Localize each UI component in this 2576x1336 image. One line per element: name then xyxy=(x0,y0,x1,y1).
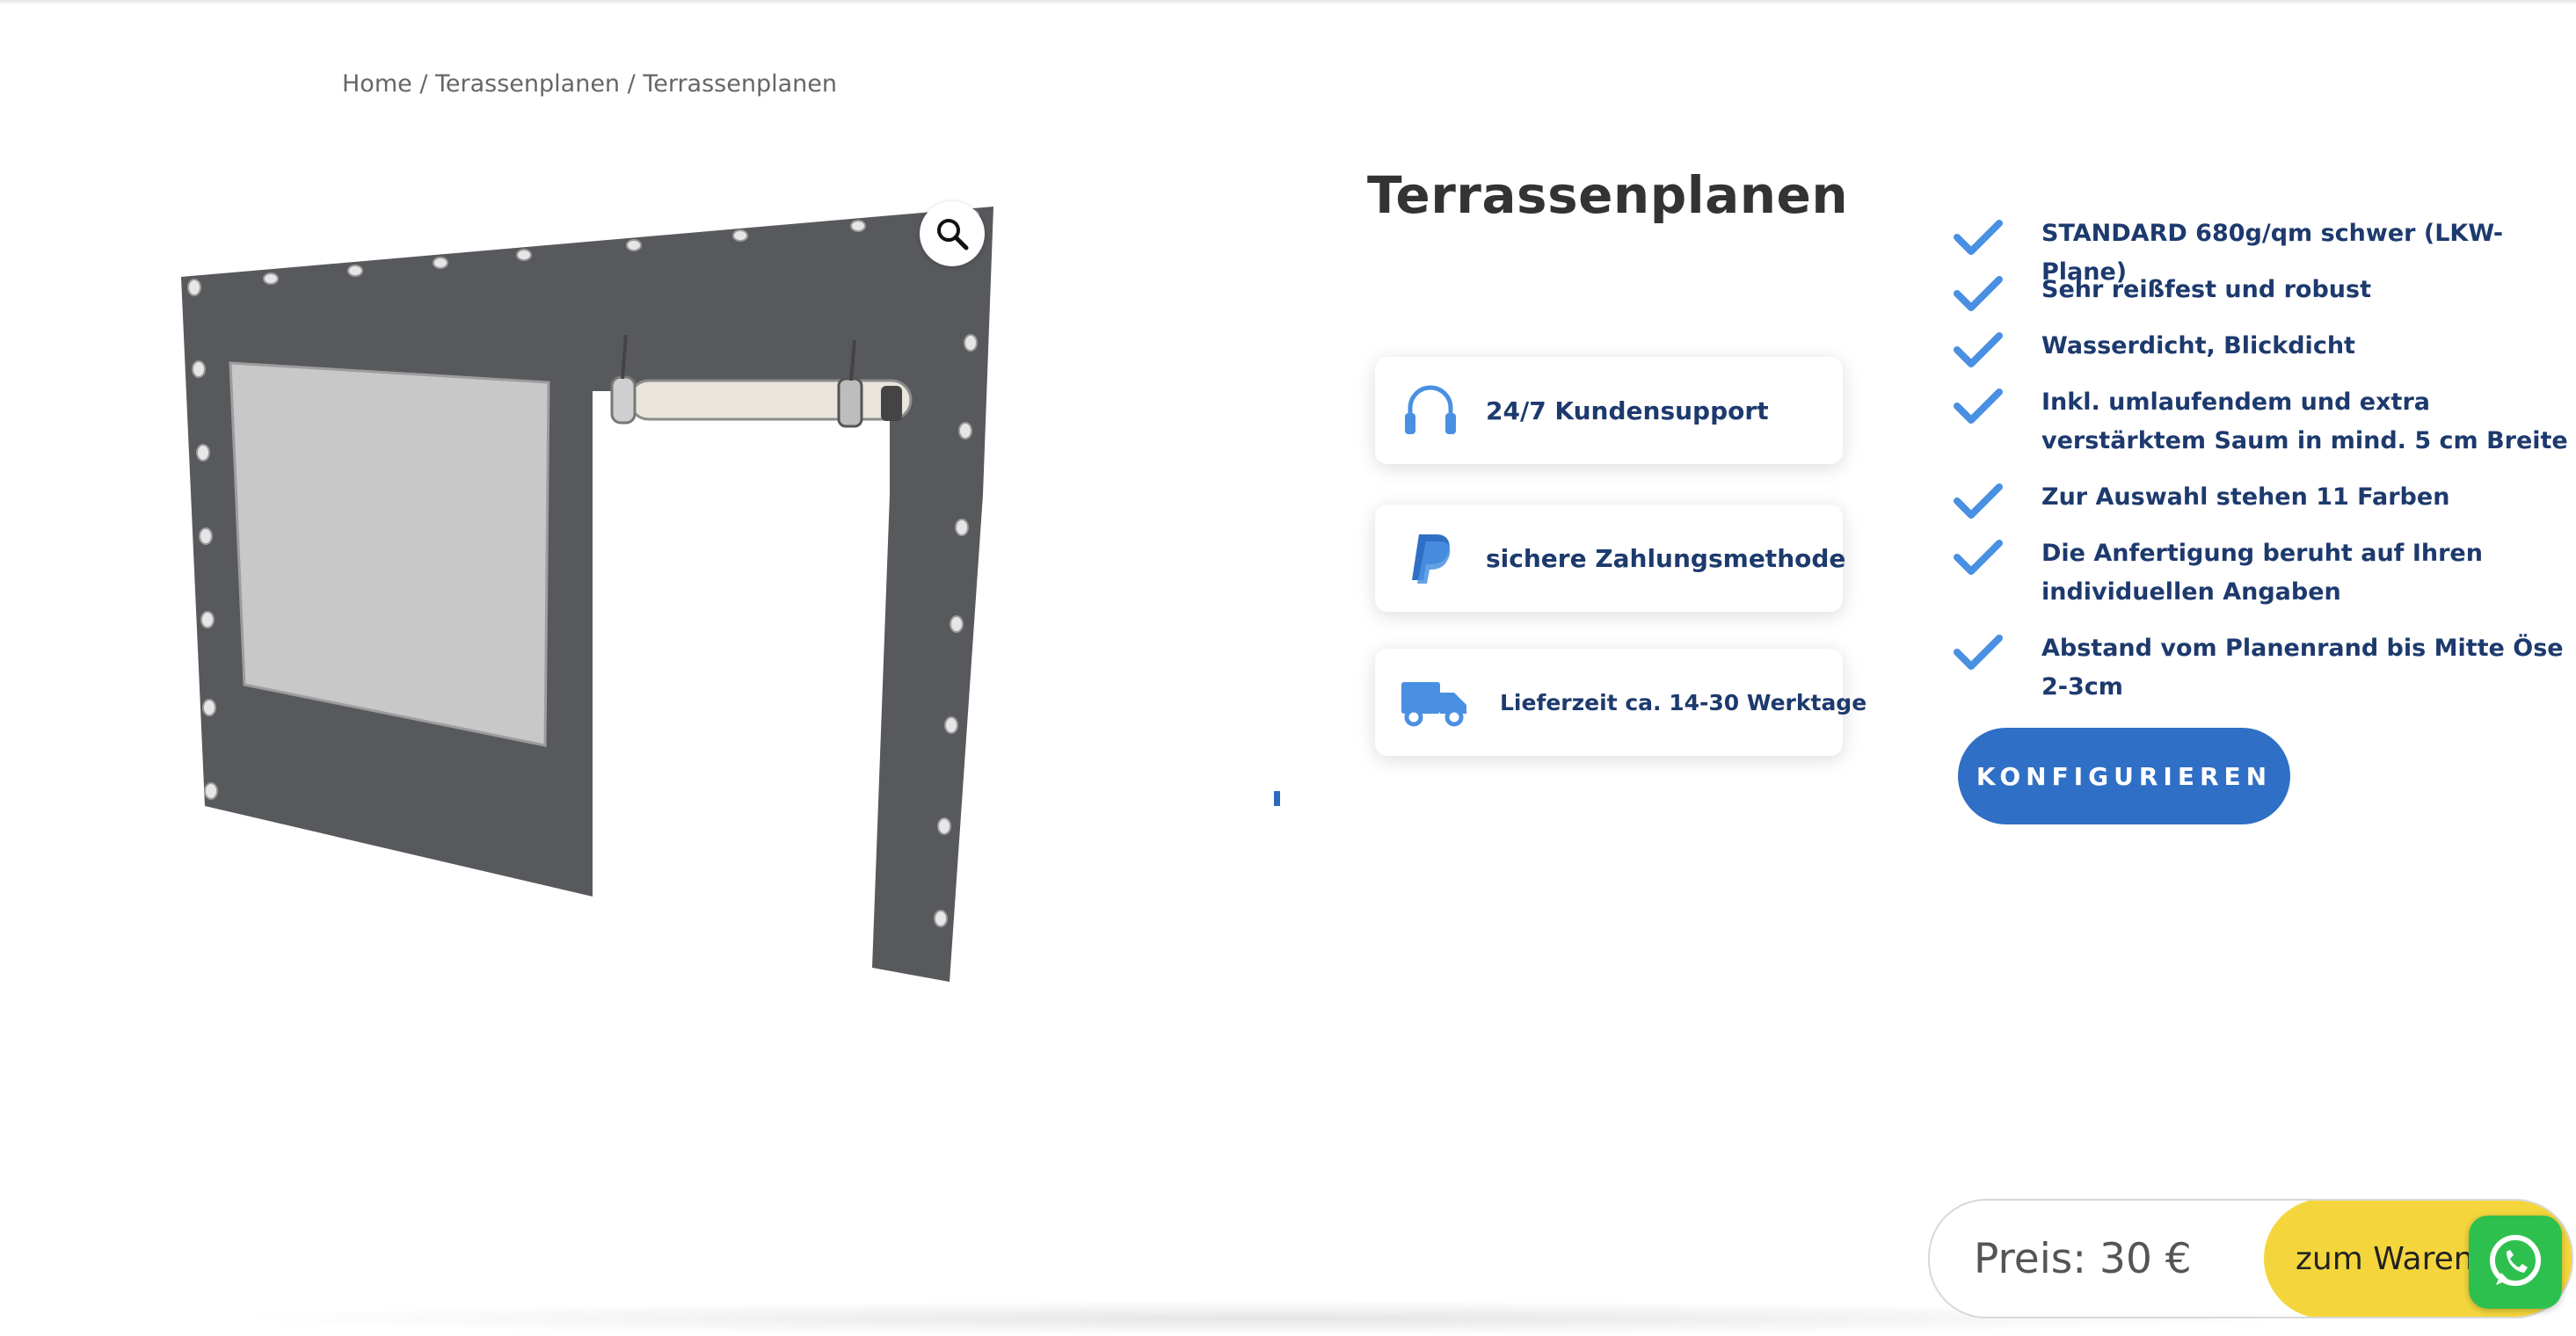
feature-text: Abstand vom Planenrand bis Mitte Öse 2-3… xyxy=(2041,635,2564,701)
breadcrumb-separator: / xyxy=(620,70,644,98)
checkmark-icon xyxy=(1954,332,2003,367)
badge-support: 24/7 Kundensupport xyxy=(1375,357,1843,464)
feature-text: Zur Auswahl stehen 11 Farben xyxy=(2041,483,2450,511)
badge-payment: sichere Zahlungsmethode xyxy=(1375,505,1846,612)
configure-button[interactable]: KONFIGURIEREN xyxy=(1958,728,2290,824)
breadcrumb-category[interactable]: Terassenplanen xyxy=(435,70,620,98)
magnifier-icon xyxy=(937,219,969,250)
breadcrumb-separator: / xyxy=(411,70,435,98)
whatsapp-button[interactable] xyxy=(2469,1216,2562,1309)
checkmark-icon xyxy=(1954,276,2003,311)
feature-text: Inkl. umlaufendem und extra verstärktem … xyxy=(2041,388,2568,454)
checkmark-icon xyxy=(1954,635,2003,670)
paypal-icon xyxy=(1412,534,1451,584)
product-title: Terrassenplanen xyxy=(1367,165,1849,225)
feature-text: Die Anfertigung beruht auf Ihren individ… xyxy=(2041,540,2483,606)
price-label: Preis: 30 € xyxy=(1974,1234,2192,1283)
breadcrumb: Home / Terassenplanen / Terrassenplanen xyxy=(342,70,837,98)
checkmark-icon xyxy=(1954,220,2003,255)
header-shadow xyxy=(0,0,2576,5)
product-image[interactable] xyxy=(172,180,999,1015)
badge-delivery: Lieferzeit ca. 14-30 Werktage xyxy=(1375,649,1867,756)
checkmark-icon xyxy=(1954,483,2003,519)
breadcrumb-current: Terrassenplanen xyxy=(643,70,837,98)
badge-delivery-label: Lieferzeit ca. 14-30 Werktage xyxy=(1500,689,1867,715)
breadcrumb-home[interactable]: Home xyxy=(342,70,412,98)
checkmark-icon xyxy=(1954,540,2003,575)
feature-text: Sehr reißfest und robust xyxy=(2041,276,2371,303)
zoom-button[interactable] xyxy=(920,201,985,266)
truck-icon xyxy=(1401,682,1466,727)
whatsapp-icon xyxy=(2490,1235,2541,1286)
badge-support-label: 24/7 Kundensupport xyxy=(1486,396,1769,425)
headset-icon xyxy=(1405,385,1456,434)
feature-text: Wasserdicht, Blickdicht xyxy=(2041,332,2355,359)
badge-payment-label: sichere Zahlungsmethode xyxy=(1486,543,1846,573)
slider-indicator xyxy=(1274,791,1280,806)
checkmark-icon xyxy=(1954,388,2003,424)
